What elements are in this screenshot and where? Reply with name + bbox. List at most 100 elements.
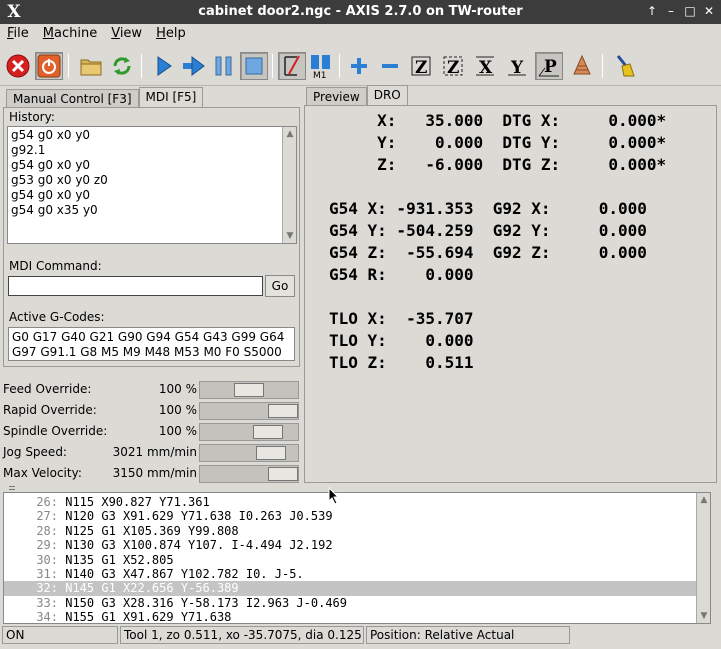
stop-icon[interactable] [240,52,268,80]
gcode-line[interactable]: 33: N150 G3 X28.316 Y-58.173 I2.963 J-0.… [4,596,710,610]
machine-power-icon[interactable] [35,52,63,80]
run-icon[interactable] [150,52,178,80]
rapid-override-slider[interactable] [199,402,299,420]
max-velocity-slider[interactable] [199,465,299,483]
scroll-up-icon[interactable]: ▲ [698,494,710,506]
position-mode: Position: Relative Actual [366,626,570,644]
right-tabs: Preview DRO [306,85,408,107]
history-item[interactable]: g54 g0 x0 y0 [11,188,293,203]
view-x-icon[interactable]: X [471,52,499,80]
scroll-down-icon[interactable]: ▼ [284,230,296,242]
slider-thumb[interactable] [268,467,298,481]
optional-block-delete-icon[interactable] [278,52,306,80]
gcode-line[interactable]: 29: N130 G3 X100.874 Y107. I-4.494 J2.19… [4,538,710,552]
dro-line: G54 R: 0.000 [329,265,474,284]
history-scrollbar[interactable]: ▲ ▼ [282,127,296,243]
gcode-line-number: 26: [36,495,58,509]
jog-speed-slider[interactable] [199,444,299,462]
history-list[interactable]: g54 g0 x0 y0 g92.1 g54 g0 x0 y0 g53 g0 x… [7,126,297,244]
max-velocity-value: 3150 mm/min [112,466,197,480]
menu-view[interactable]: View [104,24,149,46]
active-gcodes-box: G0 G17 G40 G21 G90 G94 G54 G43 G99 G64 G… [8,327,295,361]
maximize-window-icon[interactable]: □ [682,3,698,19]
active-gcodes-line: G97 G91.1 G8 M5 M9 M48 M53 M0 F0 S5000 [12,345,282,359]
close-window-icon[interactable]: ✕ [701,3,717,19]
scroll-down-icon[interactable]: ▼ [698,610,710,622]
feed-override-label: Feed Override: [3,382,92,396]
max-velocity-row: Max Velocity: 3150 mm/min [3,464,299,484]
slider-thumb[interactable] [253,425,283,439]
view-z2-icon[interactable]: Z [439,52,467,80]
spindle-override-slider[interactable] [199,423,299,441]
dro-line: Y: 0.000 DTG Y: 0.000* [329,133,667,152]
gcode-line[interactable]: 31: N140 G3 X47.867 Y102.782 I0. J-5. [4,567,710,581]
history-item[interactable]: g54 g0 x0 y0 [11,128,293,143]
open-file-icon[interactable] [77,52,105,80]
history-item[interactable]: g92.1 [11,143,293,158]
scroll-up-icon[interactable]: ▲ [284,128,296,140]
gcode-line-number: 34: [36,610,58,624]
gcode-line[interactable]: 28: N125 G1 X105.369 Y99.808 [4,524,710,538]
tab-mdi[interactable]: MDI [F5] [138,87,204,109]
tab-preview[interactable]: Preview [306,87,367,107]
reload-icon[interactable] [108,52,136,80]
toolbar: M1 Z Z X Y P [0,48,721,86]
gcode-line[interactable]: 32: N145 G1 X22.656 Y-56.389 [4,581,710,596]
left-tabs: Manual Control [F3] MDI [F5] [6,87,204,109]
history-item[interactable]: g53 g0 x0 y0 z0 [11,173,293,188]
minimize-window-icon[interactable]: – [663,3,679,19]
dro-line: X: 35.000 DTG X: 0.000* [329,111,667,130]
optional-stop-icon[interactable]: M1 [307,52,335,80]
feed-override-value: 100 % [158,382,197,396]
view-p-icon[interactable]: P [535,52,563,80]
feed-override-slider[interactable] [199,381,299,399]
pause-icon[interactable] [210,52,238,80]
step-icon[interactable] [180,52,208,80]
mdi-command-input[interactable] [8,276,263,296]
menu-machine[interactable]: Machine [36,24,104,46]
history-item[interactable]: g54 g0 x0 y0 [11,158,293,173]
gcode-line[interactable]: 27: N120 G3 X91.629 Y71.638 I0.263 J0.53… [4,509,710,523]
tool-info: Tool 1, zo 0.511, xo -35.7075, dia 0.125 [120,626,364,644]
pane-resize-grip[interactable] [9,486,15,490]
gcode-line-text: N145 G1 X22.656 Y-56.389 [65,581,239,596]
svg-text:Z: Z [415,58,427,78]
menu-bar: File Machine View Help [0,24,721,46]
dro-line: G54 Y: -504.259 G92 Y: 0.000 [329,221,647,240]
gcode-line-text: N120 G3 X91.629 Y71.638 I0.263 J0.539 [65,509,333,524]
view-y-icon[interactable]: Y [503,52,531,80]
slider-thumb[interactable] [234,383,264,397]
clear-plot-icon[interactable] [610,52,638,80]
gcode-scrollbar[interactable]: ▲ ▼ [696,493,710,623]
estop-icon[interactable] [4,52,32,80]
gcode-line[interactable]: 26: N115 X90.827 Y71.361 [4,495,710,509]
machine-state: ON [2,626,118,644]
svg-text:M1: M1 [313,71,327,79]
svg-text:X: X [479,58,493,78]
rapid-override-label: Rapid Override: [3,403,97,417]
slider-thumb[interactable] [256,446,286,460]
active-gcodes-line: G0 G17 G40 G21 G90 G94 G54 G43 G99 G64 [12,330,285,344]
history-item[interactable]: g54 g0 x35 y0 [11,203,293,218]
gcode-line[interactable]: 34: N155 G1 X91.629 Y71.638 [4,610,710,624]
window-title: cabinet door2.ngc - AXIS 2.7.0 on TW-rou… [198,4,523,19]
gcode-line-number: 27: [36,509,58,524]
view-z-icon[interactable]: Z [407,52,435,80]
gcode-line-text: N135 G1 X52.805 [65,552,174,567]
zoom-out-icon[interactable] [376,52,404,80]
go-button[interactable]: Go [265,275,295,297]
menu-help[interactable]: Help [149,24,193,46]
raise-window-icon[interactable]: ↑ [644,3,660,19]
gcode-listing[interactable]: 26: N115 X90.827 Y71.361 27: N120 G3 X91.… [3,492,711,624]
zoom-in-icon[interactable] [345,52,373,80]
gcode-line-number: 31: [36,566,58,581]
gcode-line-text: N125 G1 X105.369 Y99.808 [65,523,239,538]
rotate-view-icon[interactable] [568,52,596,80]
gcode-line[interactable]: 30: N135 G1 X52.805 [4,553,710,567]
gcode-line-text: N115 X90.827 Y71.361 [65,495,210,509]
slider-thumb[interactable] [268,404,298,418]
tab-dro[interactable]: DRO [366,85,408,107]
tab-manual-control[interactable]: Manual Control [F3] [6,89,139,109]
spindle-override-value: 100 % [158,424,197,438]
menu-file[interactable]: File [0,24,36,46]
